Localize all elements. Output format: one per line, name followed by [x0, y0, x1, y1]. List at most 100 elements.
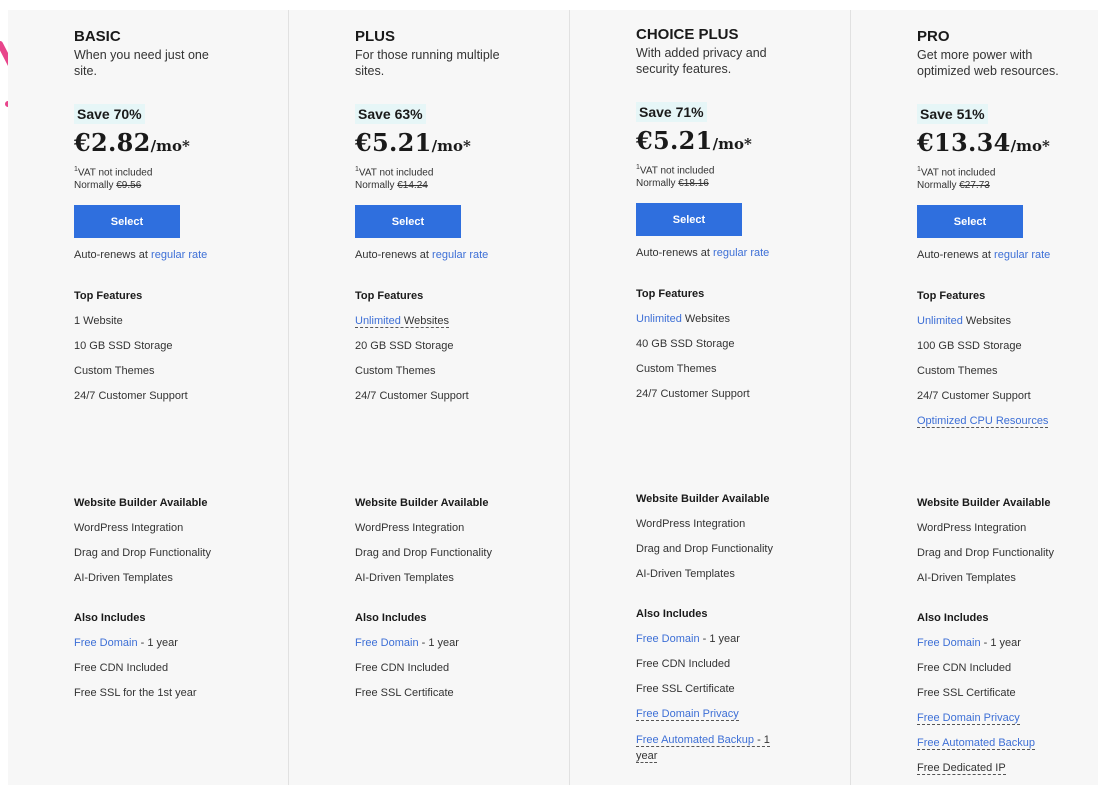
feature-suffix: Websites — [681, 313, 730, 326]
auto-renew-note: Auto-renews at regular rate — [355, 248, 555, 262]
plan-description: Get more power with optimized web resour… — [917, 48, 1059, 78]
section-title: Also Includes — [917, 612, 989, 624]
feature-item: AI-Driven Templates — [636, 568, 735, 580]
save-badge: Save 51% — [917, 104, 988, 124]
normal-price: Normally €9.56 — [74, 179, 274, 192]
automated-backup-link[interactable]: Free Automated Backup — [636, 734, 754, 746]
top-features: Top Features Unlimited Websites 20 GB SS… — [355, 289, 555, 403]
regular-rate-link[interactable]: regular rate — [151, 249, 207, 261]
automated-backup-link[interactable]: Free Automated Backup — [917, 737, 1036, 750]
select-button[interactable]: Select — [636, 203, 742, 237]
save-badge: Save 70% — [74, 104, 145, 124]
vat-text: VAT not included — [920, 167, 996, 179]
vat-note: 1VAT not included — [636, 162, 836, 177]
plan-card-basic: BASIC When you need just one site. Save … — [8, 10, 289, 785]
builder-features: Website Builder Available WordPress Inte… — [355, 496, 492, 585]
price-row: €5.21/mo* — [355, 128, 555, 162]
also-includes: Also Includes Free Domain - 1 year Free … — [74, 611, 234, 700]
normally-price: €9.56 — [116, 180, 142, 192]
feature-item: 1 Website — [74, 315, 123, 328]
feature-item: Custom Themes — [355, 365, 436, 378]
auto-renew-note: Auto-renews at regular rate — [636, 246, 836, 260]
regular-rate-link[interactable]: regular rate — [432, 249, 488, 261]
unlimited-link[interactable]: Unlimited — [355, 315, 401, 327]
regular-rate-link[interactable]: regular rate — [713, 247, 769, 259]
price-period: /mo* — [712, 135, 752, 153]
feature-item: WordPress Integration — [917, 522, 1027, 534]
feature-item: Free Domain - 1 year — [636, 632, 796, 646]
section-title: Top Features — [355, 290, 424, 303]
auto-renew-text: Auto-renews at — [74, 249, 148, 262]
builder-features: Website Builder Available WordPress Inte… — [636, 492, 773, 581]
price-period: /mo* — [150, 137, 190, 155]
normally-label: Normally — [74, 180, 114, 192]
save-badge: Save 71% — [636, 102, 707, 122]
free-domain-link[interactable]: Free Domain — [917, 637, 981, 649]
feature-item: Unlimited Websites — [917, 314, 1100, 328]
save-badge: Save 63% — [355, 104, 426, 124]
section-title: Top Features — [636, 288, 705, 301]
price-period: /mo* — [431, 137, 471, 155]
feature-item: Free CDN Included — [355, 662, 450, 674]
pricing-page: BASIC When you need just one site. Save … — [0, 0, 1100, 785]
section-title: Website Builder Available — [74, 497, 208, 509]
normally-label: Normally — [917, 180, 957, 192]
feature-item: 24/7 Customer Support — [355, 390, 469, 403]
section-title: Top Features — [74, 290, 143, 303]
feature-suffix: - 1 year — [137, 637, 178, 649]
price: €5.21 — [355, 128, 432, 157]
also-includes: Also Includes Free Domain - 1 year Free … — [917, 611, 1077, 775]
regular-rate-link[interactable]: regular rate — [994, 249, 1050, 261]
price-row: €5.21/mo* — [636, 126, 836, 160]
normal-price: Normally €14.24 — [355, 179, 555, 192]
normally-label: Normally — [636, 178, 676, 190]
free-domain-link[interactable]: Free Domain — [355, 637, 419, 649]
dedicated-ip-text: Free Dedicated IP — [917, 762, 1006, 775]
normal-price: Normally €27.73 — [917, 179, 1100, 192]
feature-item: Drag and Drop Functionality — [917, 547, 1054, 559]
feature-item: Free Dedicated IP — [917, 761, 1077, 775]
feature-item: Drag and Drop Functionality — [355, 547, 492, 559]
unlimited-link[interactable]: Unlimited — [636, 313, 682, 325]
vat-note: 1VAT not included — [74, 164, 274, 179]
feature-item: AI-Driven Templates — [917, 572, 1016, 584]
domain-privacy-link[interactable]: Free Domain Privacy — [636, 708, 739, 721]
select-button[interactable]: Select — [917, 205, 1023, 239]
feature-item: 24/7 Customer Support — [917, 390, 1031, 403]
feature-item: 40 GB SSD Storage — [636, 338, 735, 351]
free-domain-link[interactable]: Free Domain — [74, 637, 138, 649]
feature-item: Unlimited Websites — [355, 314, 555, 329]
section-title: Also Includes — [355, 612, 427, 624]
section-title: Top Features — [917, 290, 986, 303]
feature-item: Optimized CPU Resources — [917, 414, 1100, 429]
cpu-resources-link[interactable]: Optimized CPU Resources — [917, 415, 1049, 429]
builder-features: Website Builder Available WordPress Inte… — [917, 496, 1054, 585]
section-title: Website Builder Available — [917, 497, 1051, 509]
price-row: €13.34/mo* — [917, 128, 1100, 162]
plan-description: With added privacy and security features… — [636, 46, 767, 76]
vat-text: VAT not included — [77, 167, 153, 179]
select-button[interactable]: Select — [74, 205, 180, 239]
domain-privacy-link[interactable]: Free Domain Privacy — [917, 712, 1020, 725]
feature-suffix: Websites — [962, 315, 1011, 328]
plan-name: CHOICE PLUS — [636, 26, 739, 43]
unlimited-link[interactable]: Unlimited — [917, 315, 963, 327]
price-row: €2.82/mo* — [74, 128, 274, 162]
vat-text: VAT not included — [639, 165, 715, 177]
normally-label: Normally — [355, 180, 395, 192]
feature-suffix: - 1 year — [418, 637, 459, 649]
price: €13.34 — [917, 128, 1011, 157]
section-title: Also Includes — [74, 612, 146, 624]
section-title: Website Builder Available — [355, 497, 489, 509]
feature-item: 20 GB SSD Storage — [355, 340, 454, 353]
feature-item: Free CDN Included — [917, 662, 1012, 674]
top-features: Top Features Unlimited Websites 100 GB S… — [917, 289, 1100, 429]
plan-description: For those running multiple sites. — [355, 48, 500, 78]
auto-renew-note: Auto-renews at regular rate — [917, 248, 1100, 262]
auto-renew-text: Auto-renews at — [917, 249, 991, 262]
free-domain-link[interactable]: Free Domain — [636, 633, 700, 645]
feature-item: 100 GB SSD Storage — [917, 340, 1022, 353]
select-button[interactable]: Select — [355, 205, 461, 239]
feature-suffix: Websites — [400, 315, 449, 328]
vat-note: 1VAT not included — [355, 164, 555, 179]
